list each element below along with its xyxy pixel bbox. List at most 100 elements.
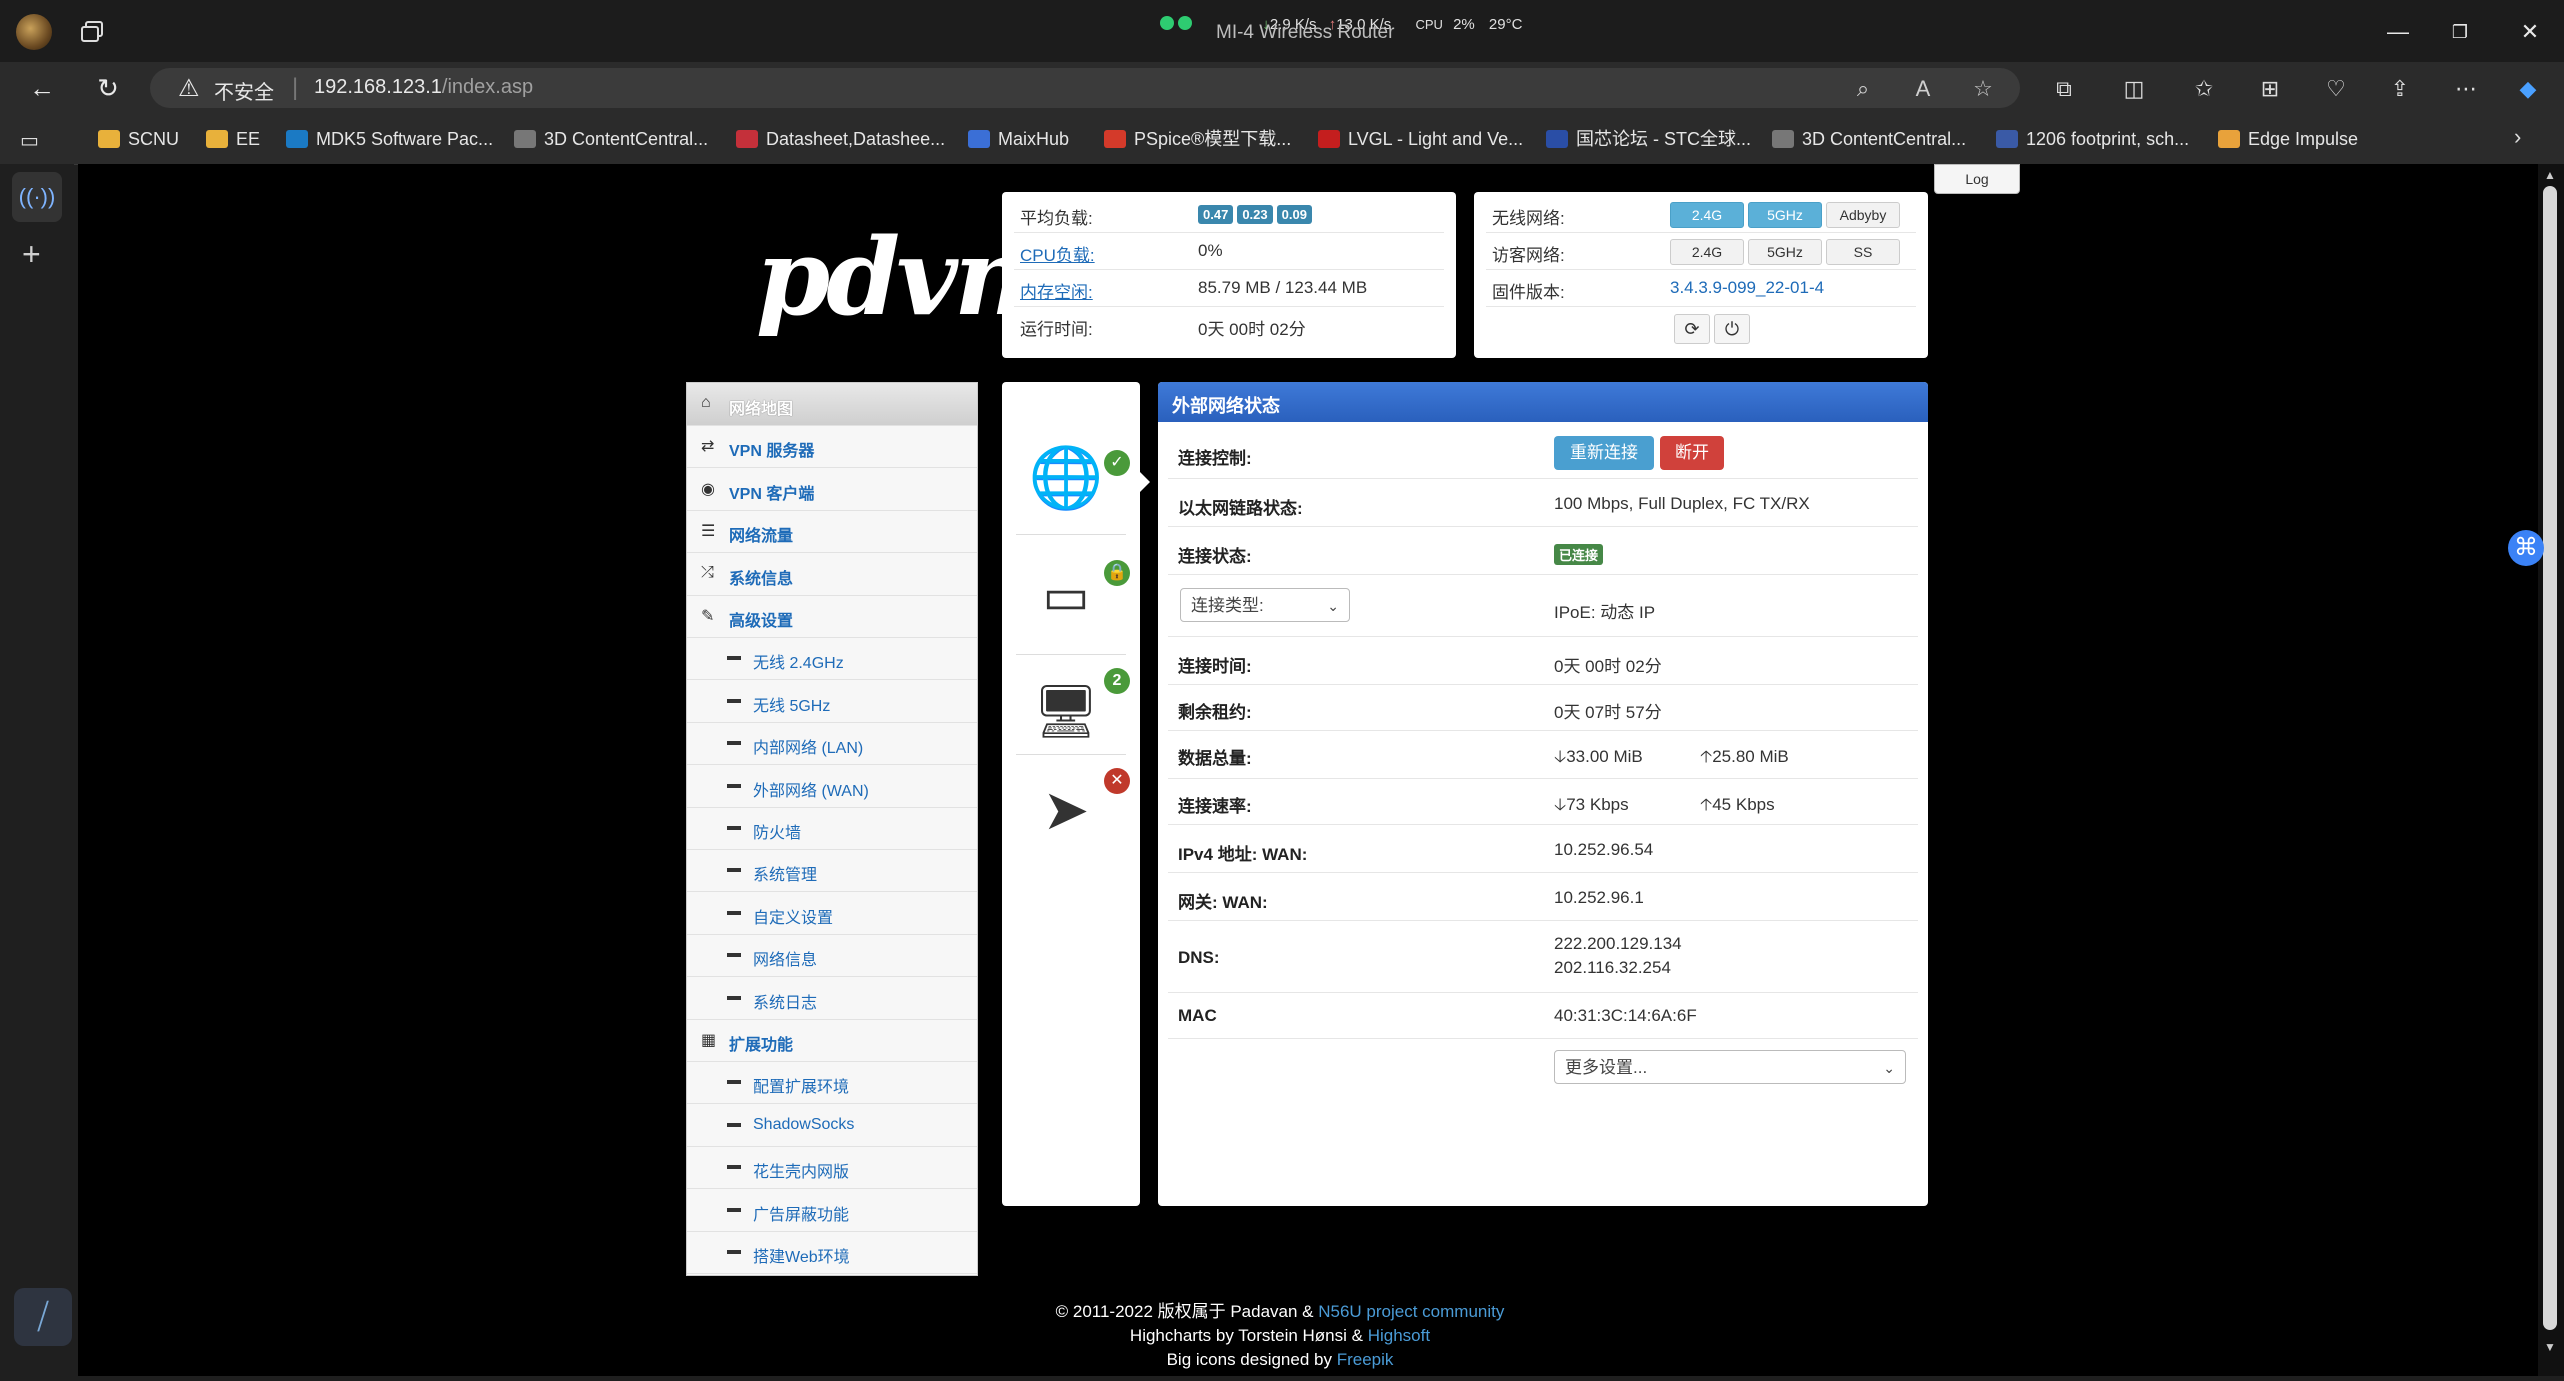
menu-label: 网络地图 [729, 401, 794, 418]
menu-item[interactable]: 自定义设置 [687, 892, 977, 935]
highsoft-link[interactable]: Highsoft [1368, 1326, 1430, 1345]
memory-link[interactable]: 内存空闲: [1020, 278, 1093, 303]
menu-item[interactable]: 外部网络 (WAN) [687, 765, 977, 808]
temperature: 29°C [1488, 16, 1523, 33]
bookmark-item[interactable]: EE [206, 124, 260, 154]
menu-item[interactable]: 花生壳内网版 [687, 1146, 977, 1190]
scrollbar-thumb[interactable] [2543, 186, 2557, 1330]
menu-item[interactable]: 网络信息 [687, 934, 977, 978]
sidebar-toggle-icon[interactable]: ▭ [20, 128, 39, 153]
refresh-button-icon[interactable]: ⟳ [1674, 314, 1710, 344]
more-settings-select[interactable]: 更多设置... ⌄ [1554, 1050, 1906, 1084]
vpn-plane-icon[interactable]: ➤ [1026, 770, 1106, 850]
split-screen-icon[interactable]: ◫ [2114, 70, 2154, 108]
copilot-icon[interactable]: ◆ [2508, 70, 2548, 108]
menu-item[interactable]: ShadowSocks [687, 1104, 977, 1147]
conn-type-select[interactable]: 连接类型: ⌄ [1180, 588, 1350, 622]
menu-item[interactable]: 无线 2.4GHz [687, 637, 977, 681]
scroll-down-icon[interactable]: ▼ [2544, 1340, 2556, 1354]
adbyby-button[interactable]: Adbyby [1826, 202, 1900, 228]
favorite-star-icon[interactable]: ☆ [1966, 72, 2000, 106]
refresh-icon[interactable]: ↻ [88, 68, 128, 108]
menu-item[interactable]: 搭建Web环境 [687, 1231, 977, 1274]
router-icon[interactable]: ▭ [1026, 556, 1106, 636]
guest-5g-button[interactable]: 5GHz [1748, 239, 1822, 265]
read-aloud-icon[interactable]: A [1906, 72, 1940, 106]
wireless-5g-button[interactable]: 5GHz [1748, 202, 1822, 228]
restore-button[interactable]: ❐ [2432, 14, 2488, 50]
menu-item[interactable]: 广告屏蔽功能 [687, 1189, 977, 1232]
bookmark-item[interactable]: 国芯论坛 - STC全球... [1546, 124, 1751, 154]
url-path: /index.asp [441, 76, 534, 98]
menu-item[interactable]: ⇄ VPN 服务器 [687, 425, 977, 469]
menu-item[interactable]: ⤮ 系统信息 [687, 553, 977, 596]
favorites-icon[interactable]: ✩ [2184, 70, 2224, 108]
bookmark-item[interactable]: PSpice®模型下载... [1104, 124, 1291, 154]
cpu-load-link[interactable]: CPU负载: [1020, 241, 1095, 266]
reconnect-button[interactable]: 重新连接 [1554, 436, 1654, 470]
bookmark-item[interactable]: SCNU [98, 124, 179, 154]
menu-item[interactable]: 系统管理 [687, 849, 977, 893]
uptime-value: 0天 00时 02分 [1198, 320, 1306, 339]
freepik-link[interactable]: Freepik [1337, 1350, 1394, 1369]
menu-item[interactable]: ☰ 网络流量 [687, 510, 977, 554]
tab-actions-icon[interactable] [80, 20, 106, 44]
bookmark-icon [1318, 130, 1340, 148]
more-icon[interactable]: ⋯ [2446, 70, 2486, 108]
app-launcher-icon[interactable]: ⧸ [14, 1288, 72, 1346]
firmware-version[interactable]: 3.4.3.9-099_22-01-4 [1670, 278, 1824, 298]
bookmark-item[interactable]: Datasheet,Datashee... [736, 124, 945, 154]
router-tab-icon[interactable]: ((·)) [12, 172, 62, 222]
bookmark-item[interactable]: 3D ContentCentral... [514, 124, 708, 154]
collections-icon[interactable]: ⊞ [2250, 70, 2290, 108]
zoom-icon[interactable]: ⌕ [1846, 72, 1880, 106]
menu-item[interactable]: ▦ 扩展功能 [687, 1019, 977, 1062]
bookmark-item[interactable]: 1206 footprint, sch... [1996, 124, 2189, 154]
share-icon[interactable]: ⇪ [2380, 70, 2420, 108]
bookmark-item[interactable]: LVGL - Light and Ve... [1318, 124, 1523, 154]
dash-icon [727, 1165, 741, 1170]
bookmarks-overflow-icon[interactable]: › [2514, 124, 2521, 150]
power-button-icon[interactable]: ⏻ [1714, 314, 1750, 344]
menu-item[interactable]: ⌂ 网络地图 [687, 383, 977, 426]
dns-label: DNS: [1178, 948, 1220, 967]
close-button[interactable]: ✕ [2502, 14, 2558, 50]
insecure-label[interactable]: 不安全 [214, 76, 274, 105]
dash-icon [727, 868, 741, 873]
link-status-label: 以太网链路状态: [1178, 499, 1303, 518]
menu-item[interactable]: 无线 5GHz [687, 680, 977, 723]
add-tab-icon[interactable]: + [22, 236, 41, 273]
highcharts-text: Highcharts by Torstein Hønsi & [1129, 1326, 1368, 1345]
bookmark-item[interactable]: Edge Impulse [2218, 124, 2358, 154]
warning-icon[interactable]: ⚠ [178, 74, 200, 103]
scroll-up-icon[interactable]: ▲ [2544, 168, 2556, 182]
rate-label: 连接速率: [1178, 797, 1252, 816]
load-values: 0.47 0.23 0.09 [1198, 204, 1316, 224]
disconnect-button[interactable]: 断开 [1660, 436, 1724, 470]
internet-globe-icon[interactable]: 🌐 [1026, 438, 1106, 518]
menu-item[interactable]: ✎ 高级设置 [687, 595, 977, 638]
menu-item[interactable]: 系统日志 [687, 977, 977, 1020]
extensions-icon[interactable]: ⧉ [2044, 70, 2084, 108]
clients-icon[interactable]: 🖥 [1026, 672, 1106, 752]
menu-item[interactable]: ◉ VPN 客户端 [687, 468, 977, 511]
guest-24g-button[interactable]: 2.4G [1670, 239, 1744, 265]
bookmark-item[interactable]: MaixHub [968, 124, 1069, 154]
wireless-24g-button[interactable]: 2.4G [1670, 202, 1744, 228]
n56u-link[interactable]: N56U project community [1318, 1302, 1504, 1321]
floating-copilot-icon[interactable]: ⌘ [2508, 530, 2544, 566]
gateway-label: 网关: WAN: [1178, 893, 1268, 912]
back-icon[interactable]: ← [22, 68, 62, 108]
bookmark-item[interactable]: 3D ContentCentral... [1772, 124, 1966, 154]
url-text[interactable]: 192.168.123.1/index.asp [314, 76, 533, 99]
bookmark-item[interactable]: MDK5 Software Pac... [286, 124, 493, 154]
ss-button[interactable]: SS [1826, 239, 1900, 265]
menu-item[interactable]: 内部网络 (LAN) [687, 722, 977, 766]
bookmark-icon [736, 130, 758, 148]
menu-item[interactable]: 配置扩展环境 [687, 1061, 977, 1105]
health-icon[interactable]: ♡ [2316, 70, 2356, 108]
minimize-button[interactable]: — [2370, 14, 2426, 50]
log-button[interactable]: Log [1934, 164, 2020, 194]
menu-item[interactable]: 防火墙 [687, 807, 977, 850]
profile-avatar[interactable] [16, 14, 52, 50]
